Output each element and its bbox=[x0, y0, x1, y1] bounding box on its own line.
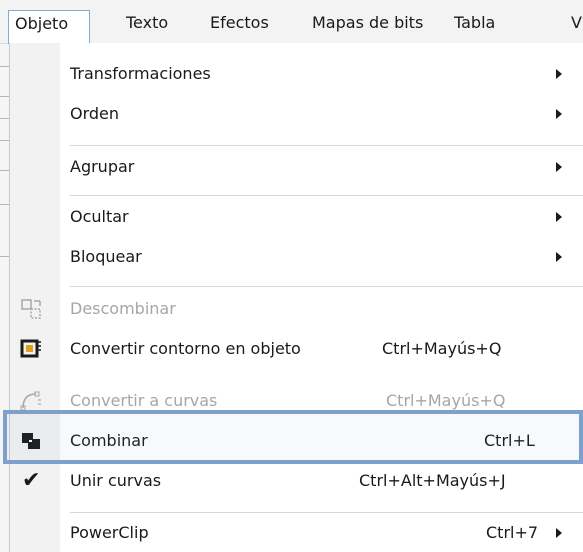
break-apart-icon bbox=[21, 299, 41, 319]
menu-v-truncated[interactable]: V bbox=[565, 10, 583, 38]
convert-to-curves-icon bbox=[20, 391, 41, 411]
menu-item-label: Orden bbox=[70, 104, 120, 123]
submenu-arrow-icon bbox=[556, 69, 562, 79]
highlight-box bbox=[3, 410, 583, 464]
menu-item-label: Agrupar bbox=[70, 157, 135, 176]
menu-item-orden[interactable]: Orden bbox=[10, 94, 583, 134]
menu-item-label: Unir curvas bbox=[70, 471, 162, 490]
menu-separator bbox=[70, 145, 583, 146]
submenu-arrow-icon bbox=[556, 212, 562, 222]
menu-item-shortcut: Ctrl+Mayús+Q bbox=[382, 339, 502, 358]
menu-separator bbox=[70, 286, 583, 287]
menu-separator bbox=[70, 195, 583, 196]
menu-item-label: Transformaciones bbox=[70, 64, 211, 83]
submenu-arrow-icon bbox=[556, 162, 562, 172]
submenu-arrow-icon bbox=[556, 528, 562, 538]
menu-item-shortcut: Ctrl+Alt+Mayús+J bbox=[359, 471, 506, 490]
menu-item-label: Bloquear bbox=[70, 247, 142, 266]
submenu-arrow-icon bbox=[556, 252, 562, 262]
menu-item-convertir-contorno[interactable]: Convertir contorno en objeto Ctrl+Mayús+… bbox=[10, 329, 583, 369]
menu-objeto[interactable]: Objeto bbox=[8, 10, 90, 44]
checkmark-icon: ✔ bbox=[22, 468, 41, 493]
outline-to-object-icon bbox=[20, 339, 41, 358]
menu-item-descombinar[interactable]: Descombinar bbox=[10, 289, 583, 329]
objeto-dropdown-menu: Transformaciones Orden Agrupar Ocultar B… bbox=[9, 43, 583, 552]
menu-item-transformaciones[interactable]: Transformaciones bbox=[10, 54, 583, 94]
menu-bar: Objeto Texto Efectos Mapas de bits Tabla… bbox=[0, 0, 583, 44]
menu-item-bloquear[interactable]: Bloquear bbox=[10, 237, 583, 277]
menu-texto[interactable]: Texto bbox=[120, 10, 174, 38]
menu-item-unir-curvas[interactable]: ✔ Unir curvas Ctrl+Alt+Mayús+J bbox=[10, 461, 583, 501]
menu-item-agrupar[interactable]: Agrupar bbox=[10, 147, 583, 187]
menu-item-label: Ocultar bbox=[70, 207, 129, 226]
menu-mapas-de-bits[interactable]: Mapas de bits bbox=[306, 10, 429, 38]
menu-item-powerclip[interactable]: PowerClip Ctrl+7 bbox=[10, 513, 583, 552]
menu-item-ocultar[interactable]: Ocultar bbox=[10, 197, 583, 237]
menu-item-label: Descombinar bbox=[70, 299, 176, 318]
menu-item-label: Convertir contorno en objeto bbox=[70, 339, 301, 358]
submenu-arrow-icon bbox=[556, 109, 562, 119]
menu-item-shortcut: Ctrl+7 bbox=[486, 523, 539, 542]
menu-item-label: PowerClip bbox=[70, 523, 149, 542]
menu-efectos[interactable]: Efectos bbox=[204, 10, 275, 38]
menu-tabla[interactable]: Tabla bbox=[448, 10, 501, 38]
